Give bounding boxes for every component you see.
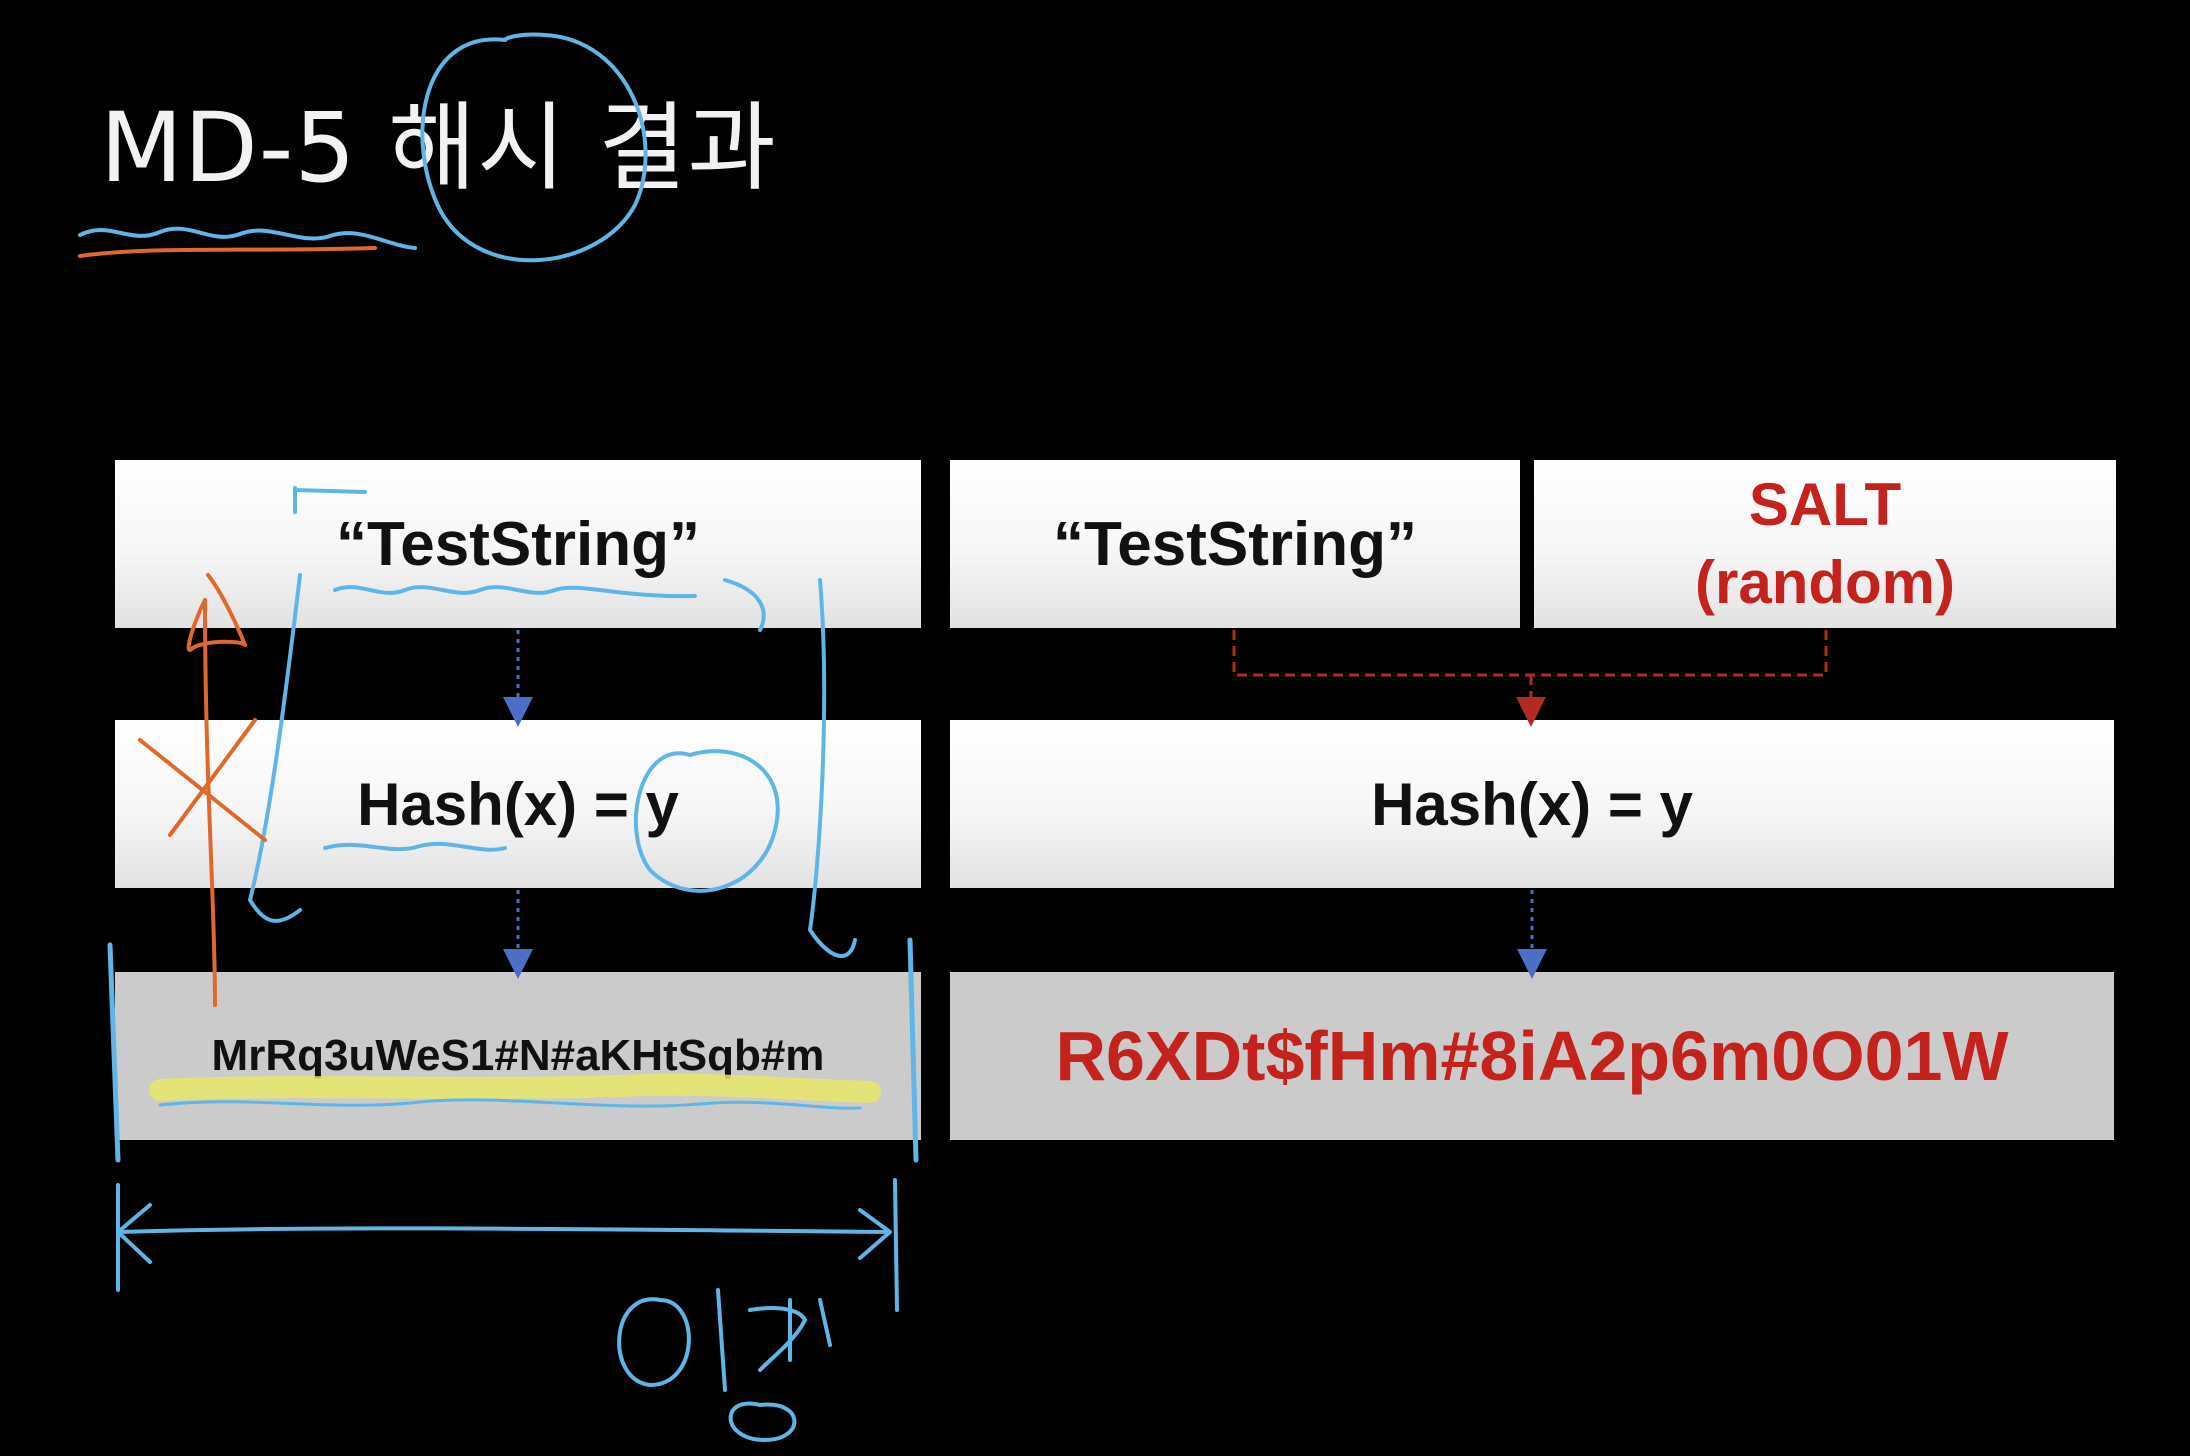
salt-label: SALT [1748, 471, 1902, 538]
right-output-label: R6XDt$fHm#8iA2p6m0O01W [1055, 1017, 2009, 1095]
left-input-box: “TestString” [115, 460, 921, 628]
salt-merge-connector [1232, 630, 1828, 712]
left-input-label: “TestString” [336, 509, 700, 579]
left-output-box: MrRq3uWeS1#N#aKHtSqb#m [115, 972, 921, 1140]
length-arrow [116, 1178, 899, 1312]
right-input-label: “TestString” [1053, 509, 1417, 579]
title-underline-orange [78, 246, 377, 258]
right-hash-label: Hash(x) = y [1371, 770, 1693, 838]
page-title: MD-5 해시 결과 [100, 92, 777, 204]
title-underline-blue [78, 226, 417, 250]
handwritten-note: 일정 [760, 1448, 762, 1451]
right-output-box: R6XDt$fHm#8iA2p6m0O01W [950, 972, 2114, 1140]
salt-random-label: (random) [1695, 549, 1955, 616]
left-hash-box: Hash(x) = y [115, 720, 921, 888]
right-input-box: “TestString” [950, 460, 1520, 628]
salt-box: SALT (random) [1534, 460, 2116, 628]
right-hash-box: Hash(x) = y [950, 720, 2114, 888]
left-output-label: MrRq3uWeS1#N#aKHtSqb#m [211, 1031, 825, 1080]
handwritten-note-ink [617, 1288, 832, 1442]
left-hash-label: Hash(x) = y [357, 770, 679, 838]
